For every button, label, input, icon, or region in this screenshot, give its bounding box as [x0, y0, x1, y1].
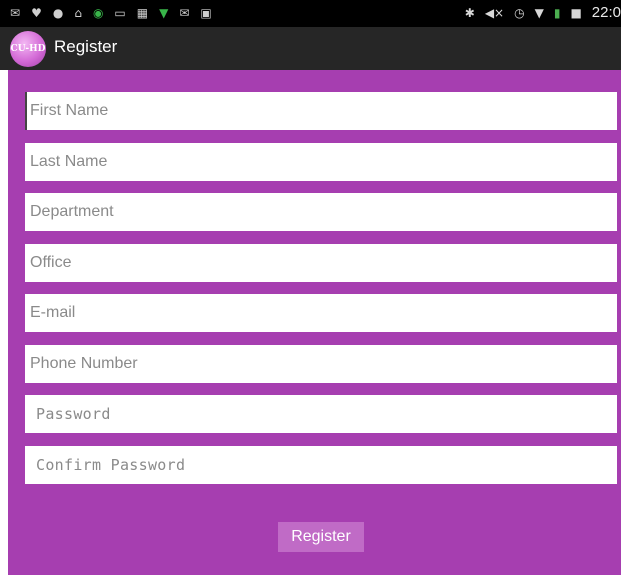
password-field[interactable]	[25, 395, 617, 433]
download-icon: ▼	[159, 6, 169, 20]
signal-icon: ▮	[553, 6, 561, 20]
bluetooth-icon: ✱	[464, 6, 475, 20]
alarm-icon: ◷	[514, 6, 525, 20]
phone-number-field[interactable]	[25, 345, 617, 383]
status-bar: ✉ ♥ ● ⌂ ◉ ▭ ▦ ▼ ✉ ▣ ✱ ◀× ◷ ▼ ▮ ■ 22:0	[0, 0, 621, 27]
register-button[interactable]: Register	[278, 522, 364, 552]
twitter-icon: ♥	[31, 6, 42, 20]
qr-icon: ▦	[136, 6, 149, 20]
email-icon: ⌂	[74, 6, 82, 20]
first-name-field[interactable]	[25, 92, 617, 130]
wifi-icon: ▼	[534, 6, 544, 20]
message-icon: ✉	[179, 6, 190, 20]
system-icons: ✱ ◀× ◷ ▼ ▮ ■ 22:0	[465, 5, 621, 21]
status-time: 22:0	[591, 4, 621, 21]
screenshot-icon: ▣	[200, 6, 212, 20]
notification-icons: ✉ ♥ ● ⌂ ◉ ▭ ▦ ▼ ✉ ▣	[10, 5, 212, 21]
confirm-password-field[interactable]	[25, 446, 617, 484]
app-logo: CU-HD	[10, 31, 46, 67]
email-field[interactable]	[25, 294, 617, 332]
app-icon: ◉	[92, 6, 104, 20]
battery-icon: ■	[570, 6, 582, 20]
app-bar: CU-HD Register	[0, 27, 621, 70]
register-form: Register	[8, 70, 621, 575]
last-name-field[interactable]	[25, 143, 617, 181]
image-icon: ▭	[114, 6, 126, 20]
office-field[interactable]	[25, 244, 617, 282]
chat-icon: ●	[52, 6, 64, 20]
department-field[interactable]	[25, 193, 617, 231]
mail-icon: ✉	[10, 6, 21, 20]
mute-icon: ◀×	[484, 6, 505, 20]
page-title: Register	[54, 37, 118, 56]
